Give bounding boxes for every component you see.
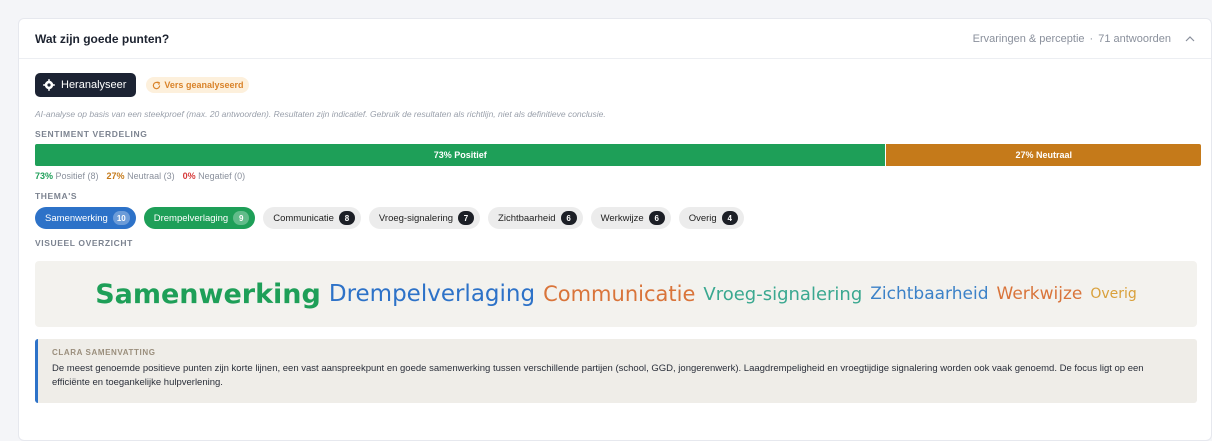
sentiment-legend: 73% Positief (8) 27% Neutraal (3) 0% Neg…	[35, 171, 1197, 181]
fresh-analysis-badge: Vers geanalyseerd	[146, 77, 250, 93]
category-label: Ervaringen & perceptie	[972, 32, 1085, 45]
chip-label: Communicatie	[273, 212, 334, 224]
chip-count: 10	[112, 211, 130, 225]
chip-count: 8	[338, 211, 355, 225]
theme-chip-drempelverlaging[interactable]: Drempelverlaging 9	[143, 207, 256, 229]
theme-chip-vroeg-signalering[interactable]: Vroeg-signalering 7	[368, 207, 481, 229]
analysis-actions: Heranalyseer Vers geanalyseerd	[35, 73, 1197, 97]
legend-positive-text: Positief (8)	[55, 171, 99, 181]
reanalyze-button[interactable]: Heranalyseer	[35, 73, 137, 97]
sentiment-positive-segment: 73% Positief	[35, 144, 886, 166]
reanalyze-label: Heranalyseer	[61, 79, 127, 91]
cloud-word: Vroeg-signalering	[703, 283, 863, 305]
chip-label: Overig	[688, 212, 717, 224]
clara-summary: CLARA SAMENVATTING De meest genoemde pos…	[35, 339, 1197, 403]
sentiment-section-label: SENTIMENT VERDELING	[35, 129, 148, 139]
legend-negative: 0% Negatief (0)	[183, 171, 246, 181]
cloud-word: Zichtbaarheid	[870, 284, 989, 304]
visual-section-label: VISUEEL OVERZICHT	[35, 238, 133, 248]
question-card: Wat zijn goede punten? Ervaringen & perc…	[18, 18, 1212, 441]
card-meta: Ervaringen & perceptie · 71 antwoorden	[973, 32, 1197, 46]
theme-chip-werkwijze[interactable]: Werkwijze 6	[590, 207, 671, 229]
theme-chip-samenwerking[interactable]: Samenwerking 10	[35, 207, 136, 229]
meta-separator: ·	[1089, 32, 1094, 45]
legend-positive-pct: 73%	[35, 171, 54, 181]
cloud-word: Werkwijze	[996, 284, 1083, 304]
response-count: 71 antwoorden	[1098, 32, 1171, 45]
chip-label: Werkwijze	[600, 212, 644, 224]
gear-icon	[43, 79, 55, 91]
legend-negative-pct: 0%	[182, 171, 196, 181]
chip-label: Samenwerking	[45, 212, 108, 224]
fresh-badge-label: Vers geanalyseerd	[164, 80, 244, 90]
legend-positive: 73% Positief (8)	[35, 171, 99, 181]
question-title: Wat zijn goede punten?	[35, 31, 170, 46]
theme-chip-overig[interactable]: Overig 4	[678, 207, 744, 229]
chip-label: Zichtbaarheid	[498, 212, 556, 224]
ai-disclaimer: AI-analyse op basis van een steekproef (…	[35, 109, 606, 119]
cloud-word: Communicatie	[543, 282, 696, 306]
theme-chip-zichtbaarheid[interactable]: Zichtbaarheid 6	[488, 207, 583, 229]
cloud-word: Samenwerking	[95, 278, 321, 310]
chip-count: 6	[560, 211, 577, 225]
theme-chip-communicatie[interactable]: Communicatie 8	[263, 207, 361, 229]
chevron-up-icon[interactable]	[1183, 32, 1197, 46]
legend-negative-text: Negatief (0)	[198, 171, 246, 181]
legend-neutral-text: Neutraal (3)	[127, 171, 175, 181]
theme-chips: Samenwerking 10 Drempelverlaging 9 Communi…	[35, 207, 1197, 229]
chip-count: 7	[458, 211, 475, 225]
cloud-word: Overig	[1090, 286, 1137, 302]
sentiment-neutral-segment: 27% Neutraal	[886, 144, 1201, 166]
word-cloud: Samenwerking Drempelverlaging Communicat…	[35, 261, 1197, 327]
sentiment-bar: 73% Positief 27% Neutraal	[35, 144, 1201, 166]
cloud-word: Drempelverlaging	[328, 281, 536, 307]
chip-count: 4	[721, 211, 738, 225]
chip-label: Drempelverlaging	[153, 212, 229, 224]
legend-neutral: 27% Neutraal (3)	[107, 171, 175, 181]
legend-neutral-pct: 27%	[106, 171, 125, 181]
summary-text: De meest genoemde positieve punten zijn …	[52, 363, 1144, 388]
summary-label: CLARA SAMENVATTING	[52, 348, 156, 357]
chip-label: Vroeg-signalering	[378, 212, 454, 224]
card-header[interactable]: Wat zijn goede punten? Ervaringen & perc…	[19, 19, 1211, 59]
chip-count: 9	[233, 211, 250, 225]
refresh-icon	[152, 80, 161, 90]
themes-section-label: THEMA'S	[35, 191, 78, 201]
chip-count: 6	[648, 211, 665, 225]
